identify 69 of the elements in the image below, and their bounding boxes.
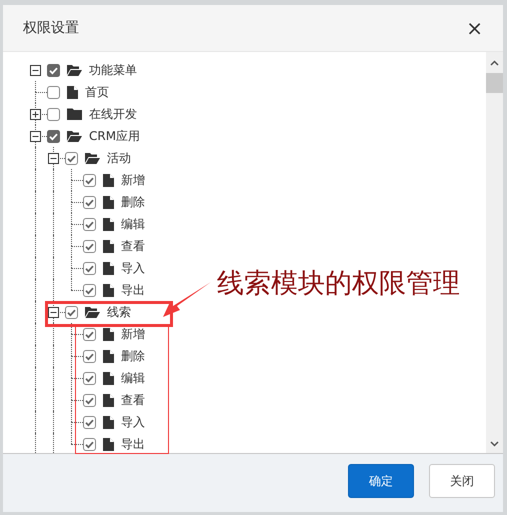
scroll-up-icon[interactable] [490,60,499,66]
file-icon [103,240,114,252]
tree-item-label[interactable]: 活动 [107,151,131,165]
file-icon [103,262,114,274]
open-folder-icon [85,306,100,318]
scrollbar[interactable] [486,52,503,453]
checkbox[interactable] [47,86,60,98]
tree-item-label[interactable]: 导入 [121,261,145,275]
collapse-toggle[interactable] [48,152,58,164]
scroll-down-icon[interactable] [490,441,499,447]
tree-item-label[interactable]: 导出 [121,437,145,451]
file-icon [103,196,114,208]
tree-item-label[interactable]: 删除 [121,349,145,363]
checkbox[interactable] [83,174,96,186]
checkbox[interactable] [83,284,96,296]
close-dialog-button[interactable]: 关闭 [429,464,495,498]
checkbox[interactable] [47,130,60,142]
file-icon [67,86,78,98]
checkbox[interactable] [83,328,96,340]
tree-item-label[interactable]: 导入 [121,415,145,429]
file-icon [103,218,114,230]
file-icon [103,438,114,450]
tree-item-label[interactable]: 新增 [121,173,145,187]
open-folder-icon [67,64,82,76]
close-button[interactable]: × [462,18,487,38]
tree-item-label[interactable]: 查看 [121,393,145,407]
checkbox[interactable] [65,306,78,318]
checkbox[interactable] [47,64,60,76]
tree-item-label[interactable]: 首页 [85,85,109,99]
tree-item-label[interactable]: 编辑 [121,371,145,385]
expand-toggle[interactable] [30,108,40,120]
tree-item-label[interactable]: 导出 [121,283,145,297]
checkbox[interactable] [83,262,96,274]
tree-item-label[interactable]: 编辑 [121,217,145,231]
folder-icon [67,108,82,120]
annotation-text: 线索模块的权限管理 [217,267,460,301]
checkbox[interactable] [83,438,96,450]
checkbox[interactable] [83,350,96,362]
tree-item-label[interactable]: 功能菜单 [89,63,137,77]
collapse-toggle[interactable] [48,306,58,318]
file-icon [103,328,114,340]
file-icon [103,416,114,428]
file-icon [103,372,114,384]
tree-item-label[interactable]: CRM应用 [89,129,140,143]
collapse-toggle[interactable] [30,130,40,142]
collapse-toggle[interactable] [30,64,40,76]
dialog-title: 权限设置 [23,19,79,37]
checkbox[interactable] [65,152,78,164]
file-icon [103,394,114,406]
checkbox[interactable] [83,394,96,406]
checkbox[interactable] [83,372,96,384]
scroll-thumb[interactable] [486,73,503,93]
checkbox[interactable] [83,196,96,208]
tree-item-label[interactable]: 线索 [107,305,131,319]
annotation-arrow [163,282,211,318]
tree-item-label[interactable]: 新增 [121,327,145,341]
confirm-button[interactable]: 确定 [348,464,414,498]
checkbox[interactable] [83,416,96,428]
checkbox[interactable] [47,108,60,120]
tree-item-label[interactable]: 查看 [121,239,145,253]
open-folder-icon [85,152,100,164]
checkbox[interactable] [83,218,96,230]
tree-item-label[interactable]: 在线开发 [89,107,137,121]
file-icon [103,284,114,296]
open-folder-icon [67,130,82,142]
tree-item-label[interactable]: 删除 [121,195,145,209]
file-icon [103,174,114,186]
file-icon [103,350,114,362]
checkbox[interactable] [83,240,96,252]
